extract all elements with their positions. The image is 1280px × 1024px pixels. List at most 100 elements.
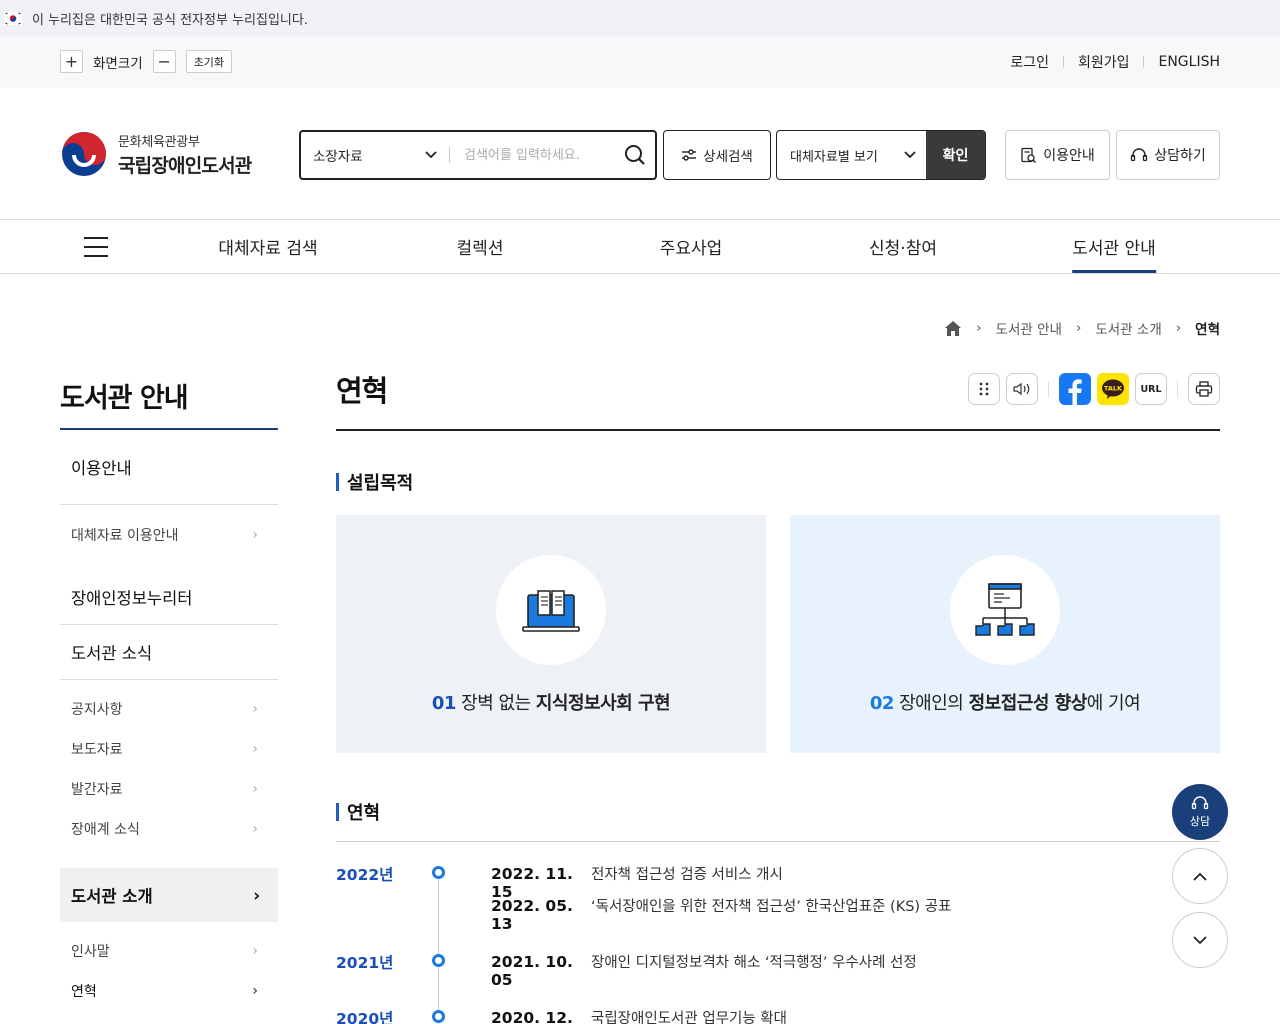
home-icon[interactable]: [944, 320, 962, 337]
material-type-box: 대체자료별 보기 확인: [776, 130, 986, 180]
signup-link[interactable]: 회원가입: [1078, 52, 1130, 72]
svg-text:TALK: TALK: [1104, 385, 1123, 393]
title-rule: [336, 429, 1220, 431]
chevron-right-icon: ›: [252, 983, 258, 999]
print-button[interactable]: [1188, 373, 1220, 405]
side-nav-item[interactable]: 발간자료 ›: [60, 769, 278, 809]
breadcrumb-separator: ›: [976, 320, 982, 336]
document-search-icon: [1021, 147, 1037, 163]
confirm-button[interactable]: 확인: [926, 131, 985, 179]
breadcrumb-separator: ›: [1175, 320, 1182, 336]
chevron-right-icon: ›: [252, 527, 258, 543]
breadcrumb-current: 연혁: [1195, 322, 1220, 338]
timeline-year: 2021년: [336, 954, 394, 972]
scroll-down-button[interactable]: [1172, 912, 1228, 968]
search-input[interactable]: [450, 147, 615, 163]
side-nav-item[interactable]: 공지사항 ›: [60, 689, 278, 729]
network-sitemap-icon: [975, 583, 1035, 636]
print-icon: [1195, 381, 1213, 397]
chevron-right-icon: ›: [252, 943, 258, 959]
search-scope-select[interactable]: 소장자료: [301, 145, 449, 165]
usage-guide-label: 이용안내: [1043, 148, 1095, 164]
divider: [1143, 56, 1145, 68]
kakaotalk-icon: TALK: [1097, 373, 1129, 405]
section-title-purpose: 설립목적: [336, 469, 413, 495]
headset-icon: [1131, 148, 1148, 162]
chevron-right-icon: ›: [252, 821, 258, 837]
floating-consult-button[interactable]: 상담: [1172, 784, 1228, 840]
side-nav-group-usage[interactable]: 이용안내: [60, 430, 278, 505]
copy-url-button[interactable]: URL: [1135, 373, 1167, 405]
timeline-event: 2022. 05. 13 ‘독서장애인을 위한 전자책 접근성’ 한국산업표준 (…: [491, 897, 952, 933]
purpose-card: 02 장애인의 정보접근성 향상에 기여: [790, 515, 1220, 753]
gov-banner: 이 누리집은 대한민국 공식 전자정부 누리집입니다.: [0, 0, 1280, 36]
search-icon: [625, 145, 645, 165]
scroll-up-button[interactable]: [1172, 848, 1228, 904]
chevron-up-icon: [1193, 872, 1207, 881]
search-button[interactable]: [615, 144, 655, 166]
side-nav-item[interactable]: 보도자료 ›: [60, 729, 278, 769]
search-scope-value: 소장자료: [313, 149, 363, 165]
side-nav-group-info-nuri[interactable]: 장애인정보누리터: [60, 570, 278, 625]
purpose-card: 01 장벽 없는 지식정보사회 구현: [336, 515, 766, 753]
timeline-dot: [432, 954, 445, 967]
side-nav-item[interactable]: 인사말 ›: [60, 931, 278, 971]
floating-consult-label: 상담: [1189, 815, 1211, 828]
timeline-line: [438, 873, 439, 1024]
grid-menu-button[interactable]: [968, 373, 1000, 405]
zoom-in-button[interactable]: +: [60, 50, 83, 73]
side-nav-item[interactable]: 대체자료 이용안내 ›: [60, 515, 278, 555]
menu-icon[interactable]: [84, 237, 108, 257]
breadcrumb-item[interactable]: 도서관 소개: [1095, 318, 1161, 338]
library-name: 국립장애인도서관: [118, 154, 252, 177]
page-title: 연혁: [336, 374, 388, 408]
consult-button[interactable]: 상담하기: [1116, 130, 1220, 180]
gnb-item-projects[interactable]: 주요사업: [660, 220, 723, 273]
side-nav-item-current[interactable]: 연혁 ›: [60, 971, 278, 1011]
header: 문화체육관광부 국립장애인도서관 소장자료 상세검색 대체자료별 보기 확인 이…: [0, 88, 1280, 220]
zoom-reset-button[interactable]: 초기화: [185, 50, 233, 73]
breadcrumb-item[interactable]: 도서관 안내: [996, 318, 1062, 338]
chevron-right-icon: ›: [253, 885, 260, 905]
zoom-out-button[interactable]: −: [152, 50, 176, 73]
headset-icon: [1191, 796, 1209, 810]
kakaotalk-share-button[interactable]: TALK: [1097, 373, 1129, 405]
facebook-icon: [1059, 373, 1091, 405]
top-links: 로그인 회원가입 ENGLISH: [1010, 52, 1220, 72]
material-type-select[interactable]: 대체자료별 보기: [777, 131, 926, 179]
chevron-down-icon: [425, 151, 437, 159]
url-label: URL: [1140, 383, 1162, 395]
material-type-value: 대체자료별 보기: [790, 149, 878, 165]
english-link[interactable]: ENGLISH: [1158, 54, 1220, 70]
zoom-controls: + 화면크기 − 초기화: [60, 50, 233, 73]
sliders-icon: [682, 149, 697, 161]
site-logo[interactable]: 문화체육관광부 국립장애인도서관: [60, 130, 252, 178]
gnb-item-apply[interactable]: 신청·참여: [869, 220, 937, 273]
login-link[interactable]: 로그인: [1010, 52, 1049, 72]
gnb-item-library-info[interactable]: 도서관 안내: [1072, 220, 1156, 273]
timeline-year: 2022년: [336, 866, 394, 884]
facebook-share-button[interactable]: [1059, 373, 1091, 405]
gnb-item-search[interactable]: 대체자료 검색: [218, 220, 317, 273]
timeline-dot: [432, 1010, 445, 1023]
read-aloud-button[interactable]: [1006, 373, 1038, 405]
divider: [1177, 381, 1178, 397]
chevron-right-icon: ›: [252, 741, 258, 757]
page-tools: TALK URL: [968, 373, 1220, 405]
timeline-dot: [432, 866, 445, 879]
zoom-label: 화면크기: [93, 55, 143, 72]
side-nav-title: 도서관 안내: [60, 383, 189, 414]
chevron-right-icon: ›: [252, 701, 258, 717]
divider: [1048, 381, 1049, 397]
advanced-search-button[interactable]: 상세검색: [663, 130, 771, 180]
side-nav-group-about[interactable]: 도서관 소개 ›: [60, 868, 278, 922]
side-nav-group-news[interactable]: 도서관 소식: [60, 625, 278, 680]
section-title-history: 연혁: [336, 799, 380, 825]
korean-flag-icon: [4, 11, 22, 25]
purpose-card-icon-wrap: [496, 555, 606, 665]
gnb-item-collection[interactable]: 컬렉션: [457, 220, 504, 273]
history-rule: [336, 841, 1220, 842]
purpose-card-text: 02 장애인의 정보접근성 향상에 기여: [869, 693, 1141, 714]
usage-guide-button[interactable]: 이용안내: [1005, 130, 1110, 180]
side-nav-item[interactable]: 장애계 소식 ›: [60, 809, 278, 849]
